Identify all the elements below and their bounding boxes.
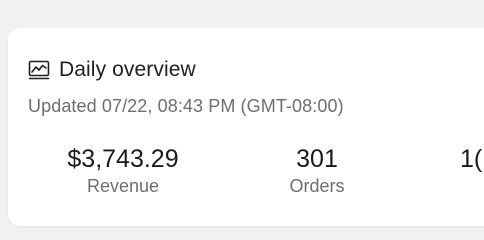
metric-label: Orders xyxy=(289,176,345,196)
metric-label: Revenue xyxy=(86,176,160,196)
card-header: Daily overview xyxy=(28,58,196,82)
line-chart-icon xyxy=(28,60,50,80)
metric-value: 1( xyxy=(460,145,483,173)
last-updated-text: Updated 07/22, 08:43 PM (GMT-08:00) xyxy=(28,96,344,116)
metric-value: $3,743.29 xyxy=(67,145,179,173)
metric-orders[interactable]: 301 Orders xyxy=(262,144,372,198)
daily-overview-card: Daily overview Updated 07/22, 08:43 PM (… xyxy=(8,28,484,226)
metric-value: 301 xyxy=(296,145,338,173)
metric-revenue[interactable]: $3,743.29 Revenue xyxy=(48,144,198,198)
card-title: Daily overview xyxy=(59,58,196,81)
metric-partial[interactable]: 1( xyxy=(460,144,484,174)
